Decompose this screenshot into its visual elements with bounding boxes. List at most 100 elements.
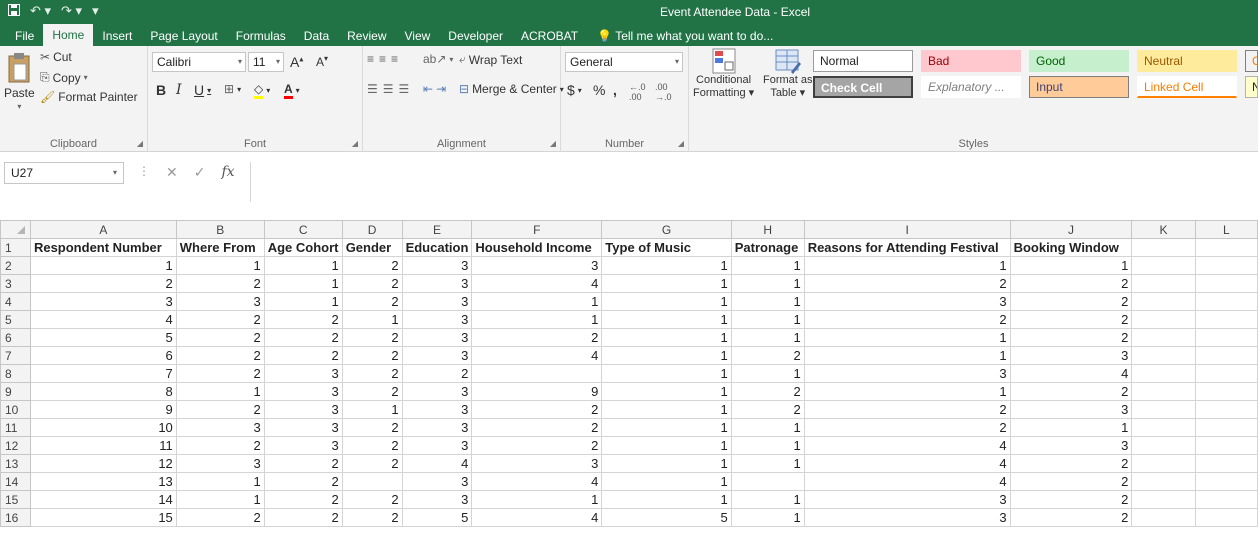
data-cell[interactable]: 2: [341, 454, 403, 473]
data-cell[interactable]: 2: [263, 346, 343, 365]
data-cell[interactable]: 3: [401, 382, 473, 401]
header-cell[interactable]: Type of Music: [601, 238, 732, 257]
data-cell[interactable]: 3: [401, 418, 473, 437]
data-cell[interactable]: 1: [263, 292, 343, 311]
row-header-7[interactable]: 7: [0, 346, 31, 365]
number-launcher-icon[interactable]: ◢: [678, 139, 684, 148]
data-cell[interactable]: 3: [263, 382, 343, 401]
data-cell[interactable]: 1: [803, 256, 1011, 275]
data-cell[interactable]: 2: [341, 256, 403, 275]
header-cell[interactable]: Where From: [175, 238, 265, 257]
data-cell[interactable]: 4: [471, 274, 603, 293]
data-cell[interactable]: 3: [401, 346, 473, 365]
data-cell[interactable]: 1: [803, 328, 1011, 347]
data-cell[interactable]: [1194, 436, 1258, 455]
tab-formulas[interactable]: Formulas: [227, 26, 295, 46]
tab-data[interactable]: Data: [295, 26, 338, 46]
data-cell[interactable]: 7: [29, 364, 177, 383]
data-cell[interactable]: 2: [1009, 454, 1133, 473]
data-cell[interactable]: 2: [175, 364, 265, 383]
row-header-16[interactable]: 16: [0, 508, 31, 527]
data-cell[interactable]: 3: [263, 418, 343, 437]
header-cell[interactable]: Education: [401, 238, 473, 257]
cell-style-ca[interactable]: Ca: [1245, 50, 1258, 72]
row-header-13[interactable]: 13: [0, 454, 31, 473]
data-cell[interactable]: 1: [601, 256, 732, 275]
formula-input[interactable]: [250, 162, 1258, 202]
column-header-a[interactable]: A: [29, 220, 177, 239]
data-cell[interactable]: [1131, 382, 1196, 401]
header-cell[interactable]: Reasons for Attending Festival: [803, 238, 1011, 257]
enter-icon[interactable]: ✓: [194, 164, 206, 181]
data-cell[interactable]: [1131, 508, 1196, 527]
fill-color-button[interactable]: ◇ ▾: [254, 82, 270, 99]
data-cell[interactable]: 12: [29, 454, 177, 473]
data-cell[interactable]: 1: [175, 382, 265, 401]
tab-review[interactable]: Review: [338, 26, 395, 46]
tab-home[interactable]: Home: [43, 24, 94, 46]
data-cell[interactable]: [1131, 256, 1196, 275]
format-painter-button[interactable]: 🖌 Format Painter: [40, 90, 138, 104]
data-cell[interactable]: 3: [1009, 346, 1133, 365]
data-cell[interactable]: 2: [471, 400, 603, 419]
name-box[interactable]: U27 ▾: [4, 162, 124, 184]
row-header-11[interactable]: 11: [0, 418, 31, 437]
data-cell[interactable]: 3: [803, 364, 1011, 383]
data-cell[interactable]: 2: [471, 328, 603, 347]
data-cell[interactable]: 2: [730, 400, 805, 419]
data-cell[interactable]: 1: [601, 400, 732, 419]
header-cell[interactable]: Age Cohort: [263, 238, 343, 257]
data-cell[interactable]: 13: [29, 472, 177, 491]
data-cell[interactable]: 2: [29, 274, 177, 293]
data-cell[interactable]: 2: [803, 274, 1011, 293]
data-cell[interactable]: [1194, 508, 1258, 527]
data-cell[interactable]: [1194, 364, 1258, 383]
data-cell[interactable]: [1131, 274, 1196, 293]
wrap-text-button[interactable]: ⤶ Wrap Text: [459, 52, 522, 67]
data-cell[interactable]: 3: [263, 436, 343, 455]
row-header-3[interactable]: 3: [0, 274, 31, 293]
data-cell[interactable]: 2: [263, 508, 343, 527]
data-cell[interactable]: 1: [471, 490, 603, 509]
data-cell[interactable]: 6: [29, 346, 177, 365]
column-header-c[interactable]: C: [263, 220, 343, 239]
select-all-corner[interactable]: [0, 220, 31, 239]
cut-button[interactable]: ✂ Cut: [40, 50, 72, 64]
data-cell[interactable]: [1194, 256, 1258, 275]
data-cell[interactable]: 3: [401, 328, 473, 347]
decrease-decimal-button[interactable]: .00 →.0: [655, 82, 672, 102]
data-cell[interactable]: 15: [29, 508, 177, 527]
data-cell[interactable]: 1: [601, 490, 732, 509]
data-cell[interactable]: 4: [471, 472, 603, 491]
tab-acrobat[interactable]: ACROBAT: [512, 26, 587, 46]
data-cell[interactable]: [471, 364, 603, 383]
data-cell[interactable]: 2: [401, 364, 473, 383]
tab-insert[interactable]: Insert: [93, 26, 141, 46]
data-cell[interactable]: 1: [263, 274, 343, 293]
data-cell[interactable]: 8: [29, 382, 177, 401]
data-cell[interactable]: 3: [471, 454, 603, 473]
underline-button[interactable]: U ▾: [194, 82, 211, 98]
cell-style-good[interactable]: Good: [1029, 50, 1129, 72]
data-cell[interactable]: [1194, 418, 1258, 437]
data-cell[interactable]: [730, 472, 805, 491]
data-cell[interactable]: 1: [601, 328, 732, 347]
data-cell[interactable]: 1: [601, 310, 732, 329]
percent-style-button[interactable]: %: [593, 82, 605, 98]
column-header-b[interactable]: B: [175, 220, 265, 239]
data-cell[interactable]: 2: [341, 346, 403, 365]
data-cell[interactable]: 1: [471, 292, 603, 311]
data-cell[interactable]: 1: [730, 310, 805, 329]
data-cell[interactable]: 2: [1009, 292, 1133, 311]
cell-style-bad[interactable]: Bad: [921, 50, 1021, 72]
data-cell[interactable]: 2: [1009, 472, 1133, 491]
data-cell[interactable]: 5: [401, 508, 473, 527]
cell-style-neutral[interactable]: Neutral: [1137, 50, 1237, 72]
data-cell[interactable]: 2: [263, 472, 343, 491]
data-cell[interactable]: 2: [1009, 490, 1133, 509]
data-cell[interactable]: 4: [1009, 364, 1133, 383]
paste-button[interactable]: Paste ▾: [4, 52, 35, 111]
row-header-9[interactable]: 9: [0, 382, 31, 401]
data-cell[interactable]: 2: [175, 400, 265, 419]
data-cell[interactable]: 2: [471, 436, 603, 455]
